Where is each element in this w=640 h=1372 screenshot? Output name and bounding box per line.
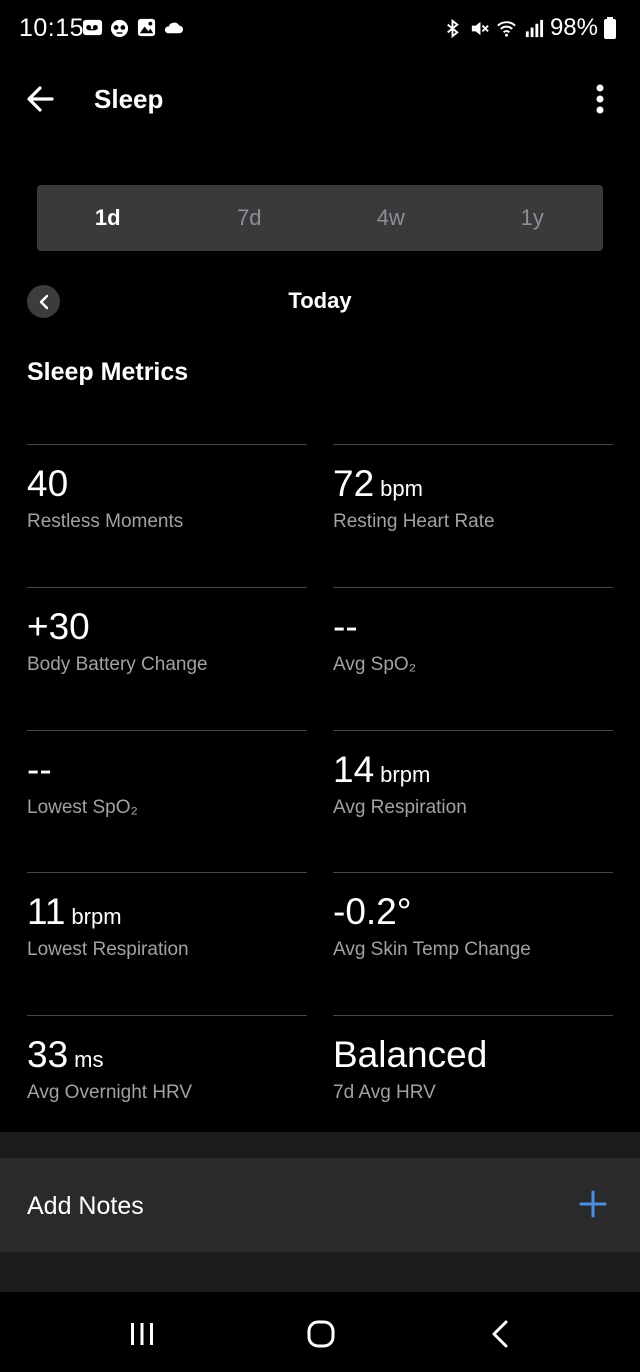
segment-4w[interactable]: 4w (320, 185, 462, 251)
segment-1d[interactable]: 1d (37, 185, 179, 251)
metric-label: 7d Avg HRV (333, 1082, 436, 1103)
date-label: Today (288, 288, 352, 313)
metric-value: 14 brpm (333, 749, 431, 790)
add-notes-label: Add Notes (27, 1192, 144, 1220)
status-time: 10:15 (19, 14, 85, 42)
metric-value: 72 bpm (333, 463, 423, 504)
metric-avg-respiration: 14 brpm Avg Respiration (333, 730, 613, 873)
sleep-screen: 10:15 98% Sleep 1d 7d 4w 1y Today Sleep … (0, 0, 640, 1372)
metric-label: Restless Moments (27, 511, 184, 532)
back-arrow-icon[interactable] (22, 80, 60, 118)
status-left-icons (82, 17, 184, 38)
cartoon-face-icon (110, 19, 129, 38)
metric-value: -- (27, 749, 52, 790)
metric-value: -0.2° (333, 891, 412, 932)
more-options-icon[interactable] (588, 80, 612, 118)
recent-apps-icon[interactable] (122, 1314, 162, 1354)
signal-icon (525, 19, 543, 37)
metric-label: Lowest Respiration (27, 939, 189, 960)
metric-avg-spo2: -- Avg SpO₂ (333, 587, 613, 730)
metric-value: Balanced (333, 1034, 488, 1075)
metric-label: Resting Heart Rate (333, 511, 495, 532)
metric-label: Avg Respiration (333, 797, 467, 818)
metric-label: Avg Overnight HRV (27, 1082, 193, 1103)
metric-value: 40 (27, 463, 69, 504)
cloud-icon (164, 22, 184, 34)
time-range-selector: 1d 7d 4w 1y (37, 185, 603, 251)
mute-icon (471, 21, 489, 35)
voicemail-icon (82, 19, 103, 36)
segment-1y[interactable]: 1y (462, 185, 604, 251)
metric-lowest-respiration: 11 brpm Lowest Respiration (27, 872, 307, 1015)
image-icon (137, 18, 156, 37)
metric-value: -- (333, 606, 358, 647)
metric-value: 11 brpm (27, 891, 122, 932)
metric-value: +30 (27, 606, 90, 647)
battery-percent: 98% (549, 14, 598, 41)
bottom-spacer (0, 1252, 640, 1292)
metric-lowest-spo2: -- Lowest SpO₂ (27, 730, 307, 873)
add-notes-row[interactable]: Add Notes (0, 1158, 640, 1252)
wifi-icon (497, 20, 516, 37)
metric-resting-heart-rate: 72 bpm Resting Heart Rate (333, 444, 613, 587)
app-bar: Sleep (0, 66, 640, 132)
metric-value: 33 ms (27, 1034, 104, 1075)
bluetooth-icon (447, 18, 459, 38)
system-nav-bar (0, 1292, 640, 1372)
plus-icon[interactable] (578, 1189, 608, 1219)
status-right: 98% (442, 14, 616, 42)
battery-icon (604, 17, 616, 39)
status-bar: 10:15 98% (0, 0, 640, 58)
metric-label: Avg SpO₂ (333, 654, 417, 675)
section-title: Sleep Metrics (27, 358, 189, 386)
section-divider (0, 1132, 640, 1158)
metric-body-battery-change: +30 Body Battery Change (27, 587, 307, 730)
back-nav-icon[interactable] (481, 1314, 521, 1354)
metric-avg-skin-temp-change: -0.2° Avg Skin Temp Change (333, 872, 613, 1015)
home-icon[interactable] (301, 1314, 341, 1354)
segment-7d[interactable]: 7d (179, 185, 321, 251)
metric-label: Body Battery Change (27, 654, 208, 675)
page-title: Sleep (94, 84, 164, 114)
metric-label: Avg Skin Temp Change (333, 939, 531, 960)
metric-label: Lowest SpO₂ (27, 797, 138, 818)
metric-restless-moments: 40 Restless Moments (27, 444, 307, 587)
